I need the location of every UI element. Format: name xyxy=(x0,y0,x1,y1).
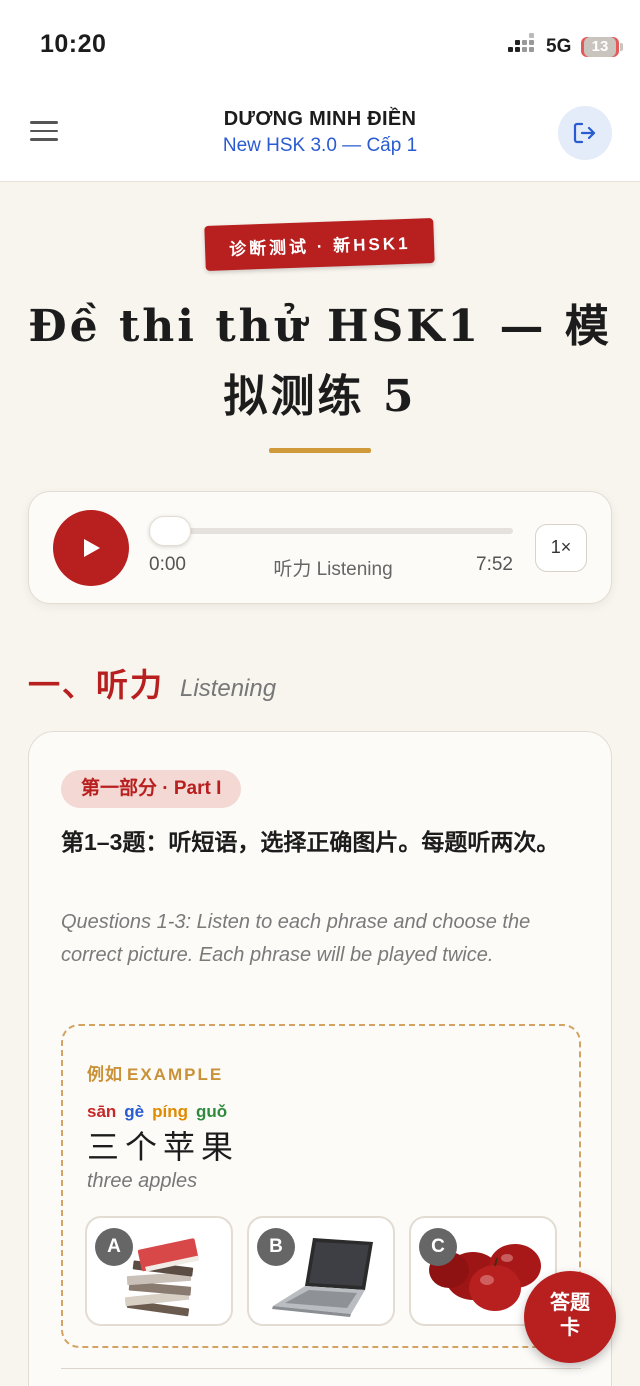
audio-player: 0:00 听力 Listening 7:52 1× xyxy=(28,491,612,604)
battery-level: 13 xyxy=(591,38,609,55)
course-level[interactable]: New HSK 3.0 — Cấp 1 xyxy=(0,135,640,157)
option-letter: C xyxy=(419,1228,457,1266)
example-label-en: EXAMPLE xyxy=(127,1065,224,1084)
section-heading: 一、听力 Listening xyxy=(28,660,276,712)
option-letter: A xyxy=(95,1228,133,1266)
example-box: 例如 EXAMPLE sān gè píng guǒ 三个苹果 three apples… xyxy=(61,1024,581,1348)
part-pill: 第一部分 · Part I xyxy=(61,770,242,808)
audio-progress-thumb[interactable] xyxy=(149,516,191,546)
option-b-laptop[interactable]: B xyxy=(247,1216,395,1326)
audio-total-time: 7:52 xyxy=(476,554,513,575)
answer-card-button[interactable]: 答题卡 xyxy=(524,1271,616,1363)
network-type: 5G xyxy=(546,36,572,57)
playback-speed-button[interactable]: 1× xyxy=(535,524,587,572)
audio-progress-track[interactable] xyxy=(149,528,513,534)
signal-icon xyxy=(508,33,536,57)
instruction-cn: 第1–3题：听短语，选择正确图片。每题听两次。 xyxy=(61,829,560,855)
logout-button[interactable] xyxy=(558,106,612,160)
app-header: DƯƠNG MINH ĐIỀN New HSK 3.0 — Cấp 1 xyxy=(0,92,640,182)
example-pinyin: sān gè píng guǒ xyxy=(87,1102,235,1122)
pinyin-syllable: píng xyxy=(152,1102,189,1121)
user-name: DƯƠNG MINH ĐIỀN xyxy=(223,108,417,130)
section-title-cn: 一、听力 xyxy=(28,666,165,704)
example-gloss: three apples xyxy=(87,1170,198,1192)
audio-label: 听力 Listening xyxy=(273,559,393,580)
example-hanzi: 三个苹果 xyxy=(87,1128,240,1166)
option-letter: B xyxy=(257,1228,295,1266)
example-label: 例如 EXAMPLE xyxy=(87,1060,223,1085)
logout-icon xyxy=(573,122,596,144)
page-title: Đề thi thử HSK1 — 模拟测练 5 xyxy=(28,301,612,422)
question-card: 第一部分 · Part I 第1–3题：听短语，选择正确图片。每题听两次。 Qu… xyxy=(28,731,612,1386)
pinyin-syllable: sān xyxy=(87,1102,117,1121)
pinyin-syllable: guǒ xyxy=(196,1102,228,1121)
battery-icon: 13 xyxy=(581,37,619,57)
pinyin-syllable: gè xyxy=(124,1102,145,1121)
exam-badge: 诊断测试 · 新HSK1 xyxy=(204,218,436,271)
instruction-en: Questions 1-3: Listen to each phrase and… xyxy=(61,911,531,966)
status-time: 10:20 xyxy=(40,30,107,58)
audio-current-time: 0:00 xyxy=(149,554,186,575)
play-button[interactable] xyxy=(53,510,129,586)
play-icon xyxy=(84,539,100,557)
section-title-en: Listening xyxy=(180,675,277,702)
answer-card-label: 答题卡 xyxy=(550,1292,590,1339)
option-a-books[interactable]: A xyxy=(85,1216,233,1326)
status-bar: 10:20 5G 13 xyxy=(0,0,640,92)
battery-cap xyxy=(620,43,623,51)
card-divider xyxy=(61,1368,581,1369)
exam-badge-wrap: 诊断测试 · 新HSK1 xyxy=(0,218,640,271)
example-label-cn: 例如 xyxy=(87,1065,123,1084)
title-underline xyxy=(269,448,371,453)
